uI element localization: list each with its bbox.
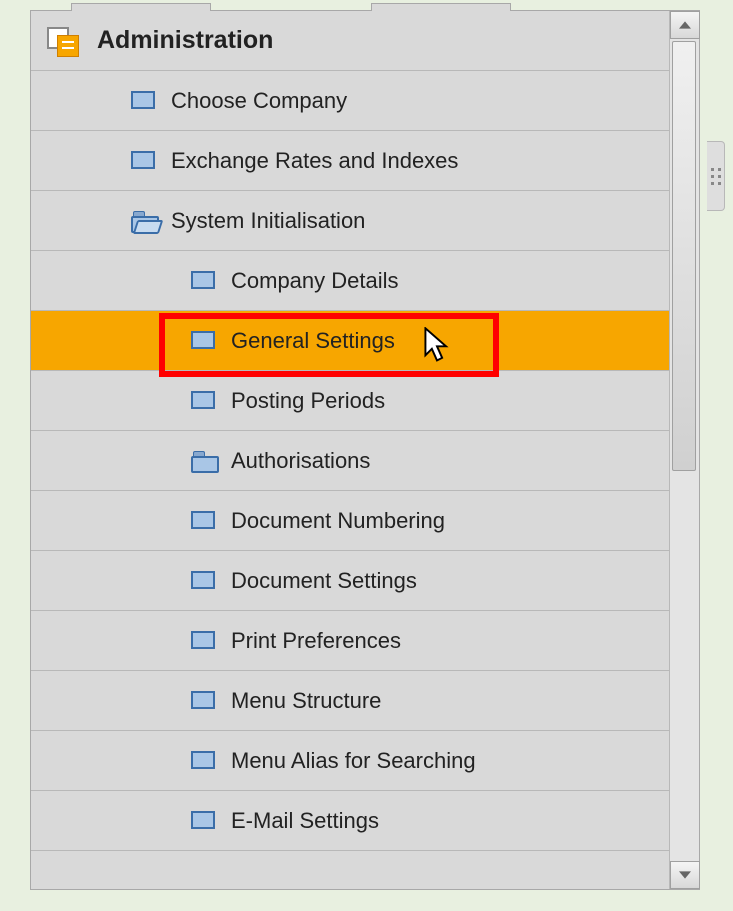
menu-item-label: System Initialisation: [171, 208, 365, 234]
menu-item-label: General Settings: [231, 328, 395, 354]
menu-item[interactable]: Document Numbering: [31, 491, 669, 551]
menu-item-label: Authorisations: [231, 448, 370, 474]
tab-stub[interactable]: [71, 3, 211, 11]
item-icon: [191, 271, 217, 291]
navigation-panel: Administration Choose Company Exchange Ra…: [30, 10, 700, 890]
menu-item[interactable]: E-Mail Settings: [31, 791, 669, 851]
scroll-thumb[interactable]: [672, 41, 696, 471]
item-icon: [191, 391, 217, 411]
menu-item[interactable]: General Settings: [31, 311, 669, 371]
item-icon: [191, 751, 217, 771]
panel-grip[interactable]: [707, 141, 725, 211]
item-icon: [131, 151, 157, 171]
menu-item-label: Menu Structure: [231, 688, 381, 714]
menu-item[interactable]: Menu Structure: [31, 671, 669, 731]
scrollbar: [669, 11, 699, 889]
module-title: Administration: [97, 26, 273, 55]
menu-item[interactable]: Company Details: [31, 251, 669, 311]
item-icon: [191, 571, 217, 591]
menu-item[interactable]: Posting Periods: [31, 371, 669, 431]
menu-tree: Choose Company Exchange Rates and Indexes…: [31, 71, 669, 851]
menu-item-label: E-Mail Settings: [231, 808, 379, 834]
module-header[interactable]: Administration: [31, 11, 669, 71]
menu-item-label: Posting Periods: [231, 388, 385, 414]
menu-item-label: Company Details: [231, 268, 399, 294]
tab-stubs: [71, 3, 511, 11]
menu-item[interactable]: Authorisations: [31, 431, 669, 491]
item-icon: [191, 691, 217, 711]
item-icon: [191, 511, 217, 531]
folder-icon: [191, 451, 217, 471]
menu-item[interactable]: Choose Company: [31, 71, 669, 131]
item-icon: [191, 811, 217, 831]
menu-item[interactable]: Document Settings: [31, 551, 669, 611]
menu-item[interactable]: Exchange Rates and Indexes: [31, 131, 669, 191]
menu-item[interactable]: Print Preferences: [31, 611, 669, 671]
module-icon: [47, 27, 77, 55]
tab-stub[interactable]: [371, 3, 511, 11]
menu-item[interactable]: Menu Alias for Searching: [31, 731, 669, 791]
menu-item-label: Menu Alias for Searching: [231, 748, 476, 774]
menu-item-label: Document Settings: [231, 568, 417, 594]
menu-item-label: Print Preferences: [231, 628, 401, 654]
menu-item-label: Exchange Rates and Indexes: [171, 148, 458, 174]
item-icon: [191, 331, 217, 351]
menu-item[interactable]: System Initialisation: [31, 191, 669, 251]
menu-item-label: Choose Company: [171, 88, 347, 114]
item-icon: [131, 91, 157, 111]
scroll-up-button[interactable]: [670, 11, 700, 39]
folder-open-icon: [131, 211, 157, 231]
item-icon: [191, 631, 217, 651]
menu-item-label: Document Numbering: [231, 508, 445, 534]
scroll-down-button[interactable]: [670, 861, 700, 889]
